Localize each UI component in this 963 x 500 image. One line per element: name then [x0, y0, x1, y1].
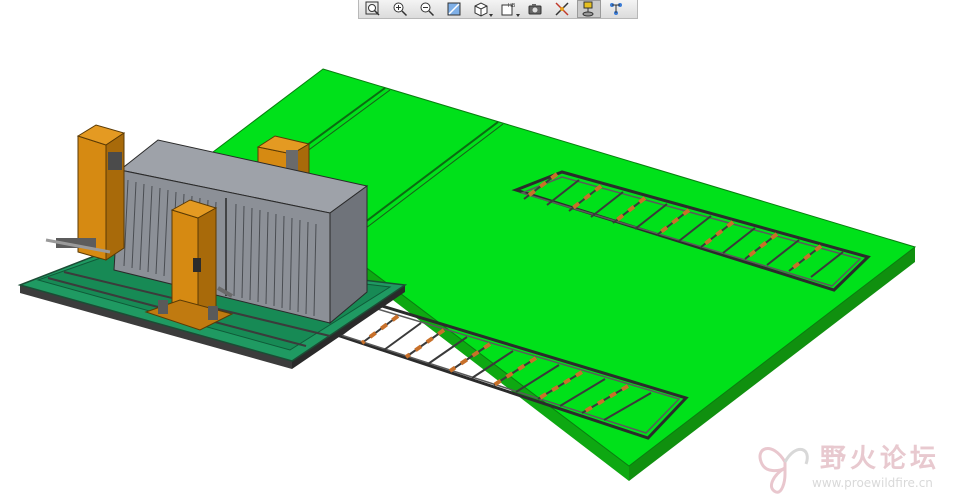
- datum-planes-icon: [555, 2, 569, 16]
- butterfly-logo-icon: [758, 447, 809, 494]
- model-tree-icon: [610, 3, 622, 15]
- forum-watermark: 野火论坛 www.proewildfire.cn: [752, 434, 963, 500]
- saved-view-icon: [474, 2, 488, 17]
- zoom-out-icon: [420, 2, 435, 17]
- watermark-title: 野火论坛: [820, 444, 941, 474]
- datum-axes-icon: [582, 1, 594, 17]
- named-view-list-button[interactable]: HB: [496, 0, 520, 18]
- named-view-list-icon: HB: [501, 3, 516, 16]
- zoom-window-icon: [365, 1, 380, 16]
- zoom-out-button[interactable]: [415, 0, 439, 18]
- 3d-model-viewport[interactable]: [0, 0, 963, 500]
- watermark-url: www.proewildfire.cn: [812, 476, 933, 490]
- zoom-in-icon: [393, 2, 408, 17]
- refit-button[interactable]: [442, 0, 466, 18]
- spin-center-icon: [528, 4, 542, 15]
- view-toolbar: HB: [358, 0, 638, 19]
- datum-planes-button[interactable]: [550, 0, 574, 18]
- svg-text:HB: HB: [508, 3, 516, 9]
- zoom-window-button[interactable]: [361, 0, 385, 18]
- spin-center-button[interactable]: [523, 0, 547, 18]
- zoom-in-button[interactable]: [388, 0, 412, 18]
- refit-icon: [447, 2, 461, 16]
- saved-view-button[interactable]: [469, 0, 493, 18]
- datum-axes-button[interactable]: [577, 0, 601, 18]
- model-tree-button[interactable]: [604, 0, 628, 18]
- left-column: [45, 124, 126, 261]
